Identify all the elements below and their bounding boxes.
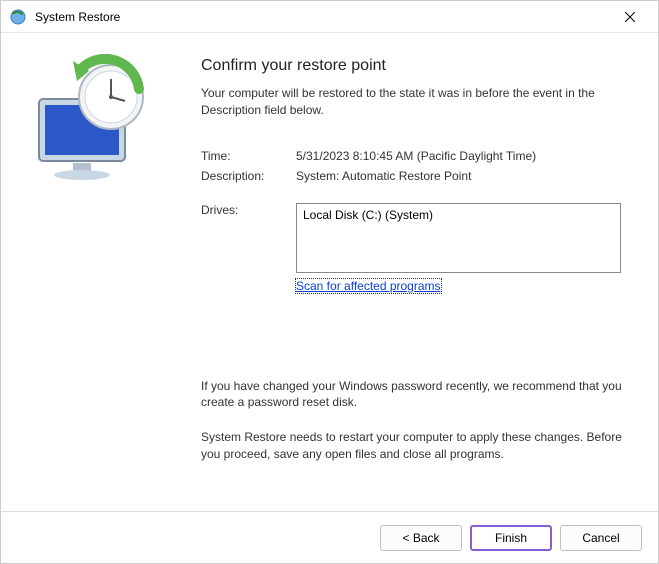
drives-row: Drives: Local Disk (C:) (System) Scan fo… xyxy=(201,203,628,293)
left-panel xyxy=(1,33,181,511)
time-value: 5/31/2023 8:10:45 AM (Pacific Daylight T… xyxy=(296,149,628,163)
page-heading: Confirm your restore point xyxy=(201,57,628,75)
scan-affected-link[interactable]: Scan for affected programs xyxy=(296,279,441,293)
time-row: Time: 5/31/2023 8:10:45 AM (Pacific Dayl… xyxy=(201,149,628,163)
footer: < Back Finish Cancel xyxy=(1,511,658,563)
content-area: Confirm your restore point Your computer… xyxy=(1,33,658,511)
drives-listbox[interactable]: Local Disk (C:) (System) xyxy=(296,203,621,273)
right-panel: Confirm your restore point Your computer… xyxy=(181,33,658,511)
time-label: Time: xyxy=(201,149,296,163)
restart-warning: System Restore needs to restart your com… xyxy=(201,429,628,463)
back-button[interactable]: < Back xyxy=(380,525,462,551)
description-row: Description: System: Automatic Restore P… xyxy=(201,169,628,183)
close-button[interactable] xyxy=(610,3,650,31)
drive-item: Local Disk (C:) (System) xyxy=(303,208,433,222)
description-value: System: Automatic Restore Point xyxy=(296,169,628,183)
restore-graphic xyxy=(21,53,161,193)
drives-label: Drives: xyxy=(201,203,296,293)
finish-button[interactable]: Finish xyxy=(470,525,552,551)
titlebar: System Restore xyxy=(1,1,658,33)
system-restore-icon xyxy=(9,8,27,26)
description-label: Description: xyxy=(201,169,296,183)
cancel-button[interactable]: Cancel xyxy=(560,525,642,551)
intro-text: Your computer will be restored to the st… xyxy=(201,85,628,119)
window-title: System Restore xyxy=(35,10,610,24)
password-warning: If you have changed your Windows passwor… xyxy=(201,378,628,412)
